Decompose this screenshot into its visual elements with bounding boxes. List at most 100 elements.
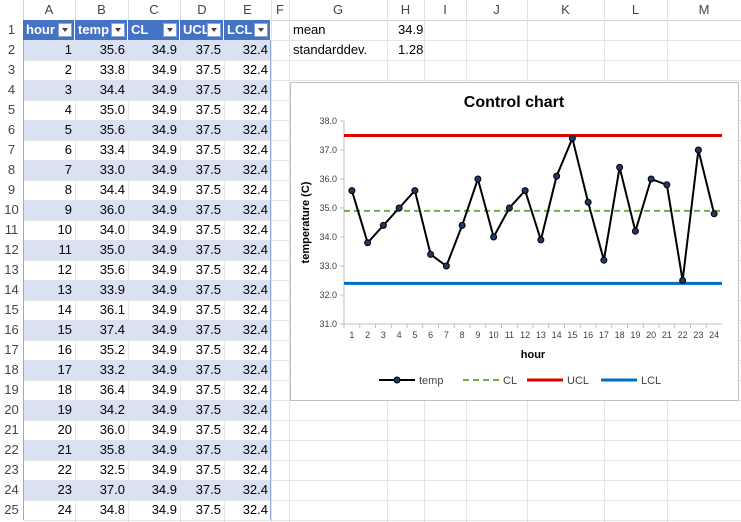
temp-data-point[interactable]: [505, 204, 513, 212]
column-header-M[interactable]: M: [667, 0, 741, 20]
table-header-temp[interactable]: temp: [75, 20, 128, 40]
table-cell-temp[interactable]: 33.9: [75, 280, 128, 300]
table-cell-cl[interactable]: 34.9: [128, 400, 180, 420]
table-cell-lcl[interactable]: 32.4: [224, 140, 271, 160]
table-cell-ucl[interactable]: 37.5: [180, 320, 224, 340]
column-header-K[interactable]: K: [527, 0, 605, 20]
table-cell-temp[interactable]: 35.8: [75, 440, 128, 460]
table-cell-lcl[interactable]: 32.4: [224, 100, 271, 120]
temp-data-point[interactable]: [679, 277, 687, 284]
table-cell-hour[interactable]: 1: [23, 40, 75, 60]
table-cell-cl[interactable]: 34.9: [128, 280, 180, 300]
table-cell-hour[interactable]: 12: [23, 260, 75, 280]
table-cell-ucl[interactable]: 37.5: [180, 220, 224, 240]
column-header-G[interactable]: G: [289, 0, 388, 20]
column-header-J[interactable]: J: [466, 0, 528, 20]
table-cell-lcl[interactable]: 32.4: [224, 400, 271, 420]
table-header-cl[interactable]: CL: [128, 20, 180, 40]
table-cell-lcl[interactable]: 32.4: [224, 260, 271, 280]
temp-data-point[interactable]: [710, 210, 718, 218]
table-cell-hour[interactable]: 4: [23, 100, 75, 120]
temp-data-point[interactable]: [348, 187, 356, 195]
table-cell-temp[interactable]: 34.4: [75, 180, 128, 200]
y-axis-title[interactable]: temperature (C): [300, 181, 312, 263]
column-header-C[interactable]: C: [128, 0, 181, 20]
table-cell-temp[interactable]: 36.0: [75, 420, 128, 440]
table-cell-cl[interactable]: 34.9: [128, 60, 180, 80]
temp-data-point[interactable]: [411, 187, 419, 195]
row-header-11[interactable]: 11: [0, 220, 24, 240]
table-cell-lcl[interactable]: 32.4: [224, 360, 271, 380]
table-header-ucl[interactable]: UCL: [180, 20, 224, 40]
table-cell-temp[interactable]: 33.0: [75, 160, 128, 180]
row-header-3[interactable]: 3: [0, 60, 24, 80]
table-cell-lcl[interactable]: 32.4: [224, 500, 271, 520]
table-cell-hour[interactable]: 14: [23, 300, 75, 320]
mean-value[interactable]: 34.9: [398, 20, 423, 40]
table-cell-cl[interactable]: 34.9: [128, 220, 180, 240]
table-cell-ucl[interactable]: 37.5: [180, 160, 224, 180]
table-cell-lcl[interactable]: 32.4: [224, 220, 271, 240]
row-header-20[interactable]: 20: [0, 400, 24, 420]
table-cell-hour[interactable]: 21: [23, 440, 75, 460]
temp-data-point[interactable]: [584, 198, 592, 206]
table-cell-hour[interactable]: 13: [23, 280, 75, 300]
x-axis-title[interactable]: hour: [521, 349, 546, 361]
column-header-E[interactable]: E: [224, 0, 272, 20]
table-cell-ucl[interactable]: 37.5: [180, 440, 224, 460]
temp-data-point[interactable]: [631, 227, 639, 235]
temp-data-point[interactable]: [616, 163, 624, 171]
table-cell-ucl[interactable]: 37.5: [180, 260, 224, 280]
table-cell-temp[interactable]: 36.0: [75, 200, 128, 220]
table-cell-ucl[interactable]: 37.5: [180, 420, 224, 440]
row-header-22[interactable]: 22: [0, 440, 24, 460]
table-cell-hour[interactable]: 23: [23, 480, 75, 500]
row-header-9[interactable]: 9: [0, 180, 24, 200]
table-cell-cl[interactable]: 34.9: [128, 120, 180, 140]
temp-data-point[interactable]: [379, 221, 387, 229]
temp-data-point[interactable]: [568, 134, 576, 142]
table-cell-hour[interactable]: 18: [23, 380, 75, 400]
table-cell-ucl[interactable]: 37.5: [180, 280, 224, 300]
row-header-5[interactable]: 5: [0, 100, 24, 120]
legend-label-cl[interactable]: CL: [503, 375, 517, 387]
column-header-D[interactable]: D: [180, 0, 225, 20]
legend-label-lcl[interactable]: LCL: [641, 375, 661, 387]
table-cell-lcl[interactable]: 32.4: [224, 200, 271, 220]
table-cell-temp[interactable]: 32.5: [75, 460, 128, 480]
table-cell-lcl[interactable]: 32.4: [224, 120, 271, 140]
table-cell-ucl[interactable]: 37.5: [180, 500, 224, 520]
temp-data-point[interactable]: [442, 262, 450, 270]
column-header-F[interactable]: F: [271, 0, 290, 20]
row-header-6[interactable]: 6: [0, 120, 24, 140]
table-cell-lcl[interactable]: 32.4: [224, 380, 271, 400]
table-cell-temp[interactable]: 34.4: [75, 80, 128, 100]
temp-data-point[interactable]: [553, 172, 561, 180]
table-cell-temp[interactable]: 35.6: [75, 120, 128, 140]
table-cell-ucl[interactable]: 37.5: [180, 340, 224, 360]
temp-data-point[interactable]: [458, 221, 466, 229]
table-cell-temp[interactable]: 33.2: [75, 360, 128, 380]
table-cell-cl[interactable]: 34.9: [128, 460, 180, 480]
table-cell-hour[interactable]: 6: [23, 140, 75, 160]
table-cell-cl[interactable]: 34.9: [128, 340, 180, 360]
table-cell-ucl[interactable]: 37.5: [180, 460, 224, 480]
row-header-12[interactable]: 12: [0, 240, 24, 260]
table-cell-hour[interactable]: 16: [23, 340, 75, 360]
chart-title[interactable]: Control chart: [464, 94, 565, 111]
row-header-14[interactable]: 14: [0, 280, 24, 300]
table-cell-hour[interactable]: 22: [23, 460, 75, 480]
table-cell-ucl[interactable]: 37.5: [180, 80, 224, 100]
temp-data-point[interactable]: [600, 256, 608, 264]
legend-label-ucl[interactable]: UCL: [567, 375, 589, 387]
row-header-2[interactable]: 2: [0, 40, 24, 60]
row-header-4[interactable]: 4: [0, 80, 24, 100]
table-cell-ucl[interactable]: 37.5: [180, 40, 224, 60]
table-cell-cl[interactable]: 34.9: [128, 480, 180, 500]
table-cell-cl[interactable]: 34.9: [128, 80, 180, 100]
table-cell-hour[interactable]: 9: [23, 200, 75, 220]
temp-data-point[interactable]: [521, 187, 529, 195]
filter-dropdown-icon[interactable]: [254, 23, 268, 37]
row-header-16[interactable]: 16: [0, 320, 24, 340]
filter-dropdown-icon[interactable]: [58, 23, 72, 37]
